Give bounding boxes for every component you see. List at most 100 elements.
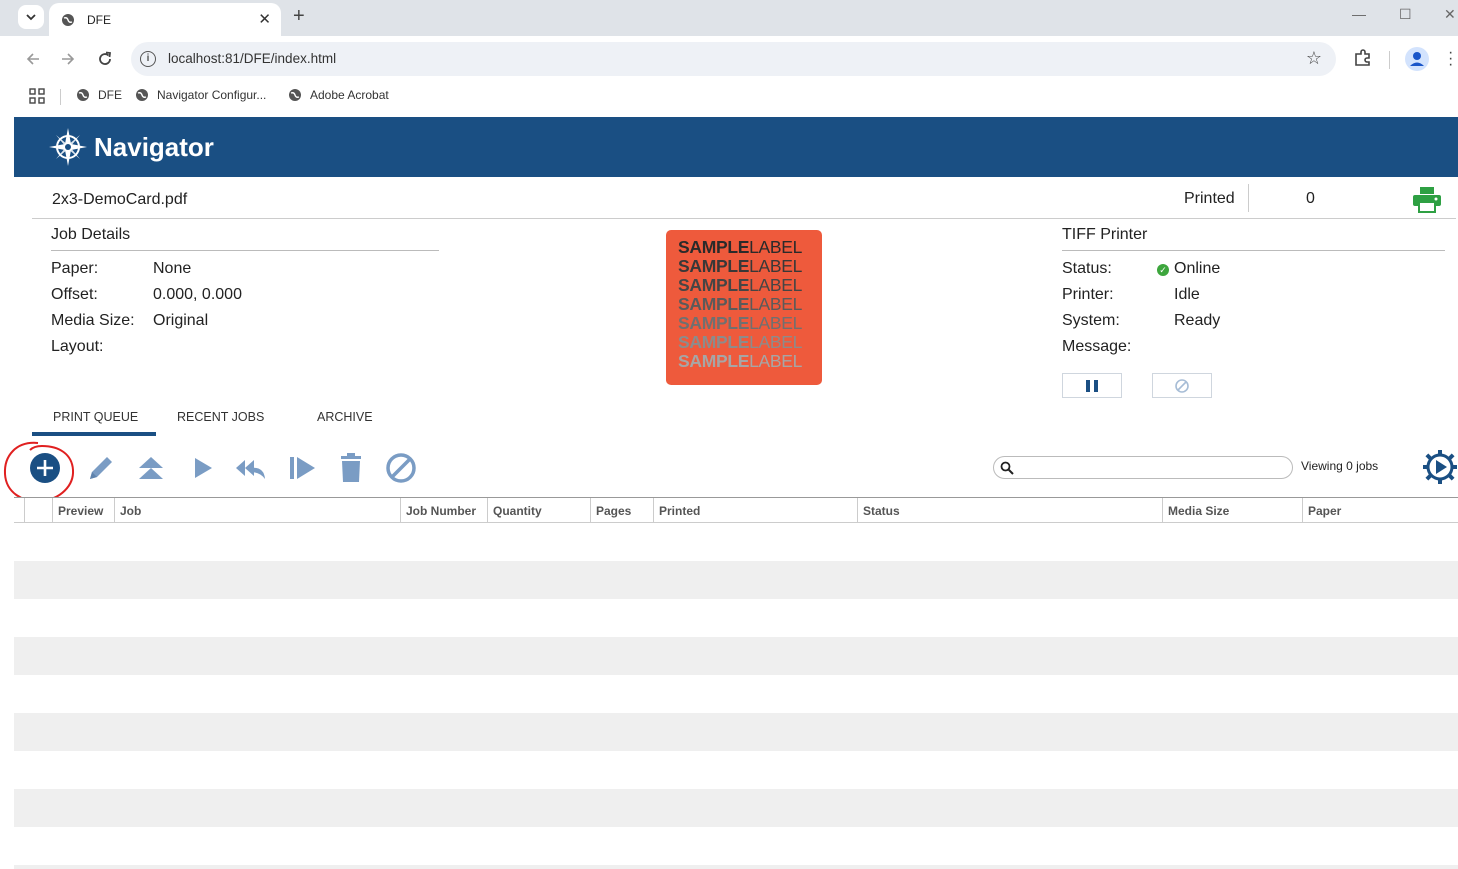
tab-search-button[interactable] [18,5,44,29]
profile-avatar-icon[interactable] [1405,47,1429,71]
printer-row-printer: Printer: Idle [1062,277,1445,303]
settings-gear-icon[interactable] [1422,449,1458,485]
printed-divider [1248,184,1249,212]
printer-row-status: Status: ✓ Online [1062,251,1445,277]
printer-label: System: [1062,312,1120,329]
chevron-down-icon [26,13,36,20]
site-info-icon[interactable]: i [140,51,156,67]
logo-text: Navigator [94,131,214,162]
table-row [14,827,1458,865]
printer-label: Status: [1062,260,1112,277]
browser-toolbar: i localhost:81/DFE/index.html ☆ [0,36,1458,82]
print-icon[interactable] [1412,187,1442,213]
tab-print-queue[interactable]: PRINT QUEUE [53,410,138,424]
cancel-job-icon[interactable] [384,451,418,485]
printer-title: TIFF Printer [1062,226,1445,251]
printer-row-system: System: Ready [1062,303,1445,329]
table-row [14,865,1458,869]
column-header-media-size[interactable]: Media Size [1162,498,1302,523]
column-header-printed[interactable]: Printed [653,498,857,523]
browser-tab[interactable]: DFE ✕ [49,3,281,36]
table-row [14,561,1458,599]
reprint-icon[interactable] [234,451,268,485]
bookmark-label: Navigator Configur... [157,88,267,102]
cancel-icon [1175,378,1189,393]
delete-icon[interactable] [334,451,368,485]
close-window-icon[interactable]: ✕ [1444,6,1456,23]
bookmark-dfe[interactable]: DFE [76,88,122,102]
printer-status-panel: TIFF Printer Status: ✓ Online Printer: Id… [1062,226,1445,355]
close-tab-icon[interactable]: ✕ [258,10,271,28]
table-row [14,751,1458,789]
printer-value: ✓ Online [1157,260,1220,278]
tab-recent-jobs[interactable]: RECENT JOBS [177,410,264,424]
column-header-select[interactable] [24,498,52,523]
printer-value: Idle [1174,286,1200,303]
printed-label: Printed [1184,190,1235,207]
reload-icon[interactable] [97,51,113,67]
preview-line: SAMPLELABEL [678,294,803,314]
status-online-text: Online [1174,260,1221,277]
preview-line: SAMPLELABEL [678,237,803,257]
job-details-title: Job Details [51,226,439,251]
column-header-quantity[interactable]: Quantity [487,498,590,523]
bookmark-navigator-config[interactable]: Navigator Configur... [135,88,266,102]
table-row [14,523,1458,561]
detail-row-offset: Offset: 0.000, 0.000 [51,277,439,303]
column-header-job[interactable]: Job [114,498,400,523]
detail-row-layout: Layout: [51,329,439,355]
pause-printer-button[interactable] [1062,373,1122,398]
minimize-icon[interactable]: — [1352,6,1366,22]
play-icon[interactable] [185,451,219,485]
toolbar-divider [1389,51,1390,69]
detail-label: Layout: [51,338,104,355]
job-table-header: Preview Job Job Number Quantity Pages Pr… [14,497,1458,523]
detail-value: 0.000, 0.000 [153,286,242,303]
bookmark-adobe-acrobat[interactable]: Adobe Acrobat [288,88,389,102]
column-header-job-number[interactable]: Job Number [400,498,487,523]
forward-icon[interactable] [61,52,75,66]
compass-logo-icon [49,128,87,166]
column-header-status[interactable]: Status [857,498,1162,523]
extensions-icon[interactable] [1353,48,1373,68]
edit-icon[interactable] [84,451,118,485]
cancel-printer-button[interactable] [1152,373,1212,398]
bookmark-star-icon[interactable]: ☆ [1306,48,1322,69]
navigator-logo: Navigator [48,127,214,167]
job-search-input[interactable] [993,456,1293,479]
detail-row-media-size: Media Size: Original [51,303,439,329]
table-row [14,789,1458,827]
viewing-jobs-count: Viewing 0 jobs [1301,459,1379,473]
column-header-preview[interactable]: Preview [52,498,114,523]
printer-value: Ready [1174,312,1221,329]
detail-value: Original [153,312,209,329]
globe-icon [289,89,301,101]
search-icon [1000,461,1014,475]
active-tab-indicator [32,432,156,436]
online-check-icon: ✓ [1157,264,1169,276]
detail-row-paper: Paper: None [51,251,439,277]
move-to-top-icon[interactable] [134,451,168,485]
step-play-icon[interactable] [285,451,319,485]
preview-line: SAMPLELABEL [678,275,803,295]
globe-icon [77,89,89,101]
tab-title: DFE [87,12,111,27]
preview-line: SAMPLELABEL [678,332,803,352]
column-header-paper[interactable]: Paper [1302,498,1458,523]
address-bar[interactable]: i localhost:81/DFE/index.html ☆ [131,42,1336,76]
bookmarks-bar: DFE Navigator Configur... Adobe Acrobat [0,82,1458,112]
browser-menu-icon[interactable]: · · · [1448,45,1453,73]
new-tab-button[interactable]: + [293,5,305,28]
maximize-icon[interactable]: ☐ [1399,6,1412,23]
column-header-pages[interactable]: Pages [590,498,653,523]
back-icon[interactable] [26,52,40,66]
table-row [14,599,1458,637]
app-header: Navigator [14,117,1458,177]
url-text: localhost:81/DFE/index.html [168,51,337,66]
job-details-panel: Job Details Paper: None Offset: 0.000, 0… [51,226,439,355]
file-name: 2x3-DemoCard.pdf [52,191,188,208]
tab-archive[interactable]: ARCHIVE [317,410,373,424]
table-row [14,637,1458,675]
browser-tabstrip: DFE ✕ + — ☐ ✕ [0,0,1458,36]
apps-grid-icon[interactable] [29,88,45,104]
